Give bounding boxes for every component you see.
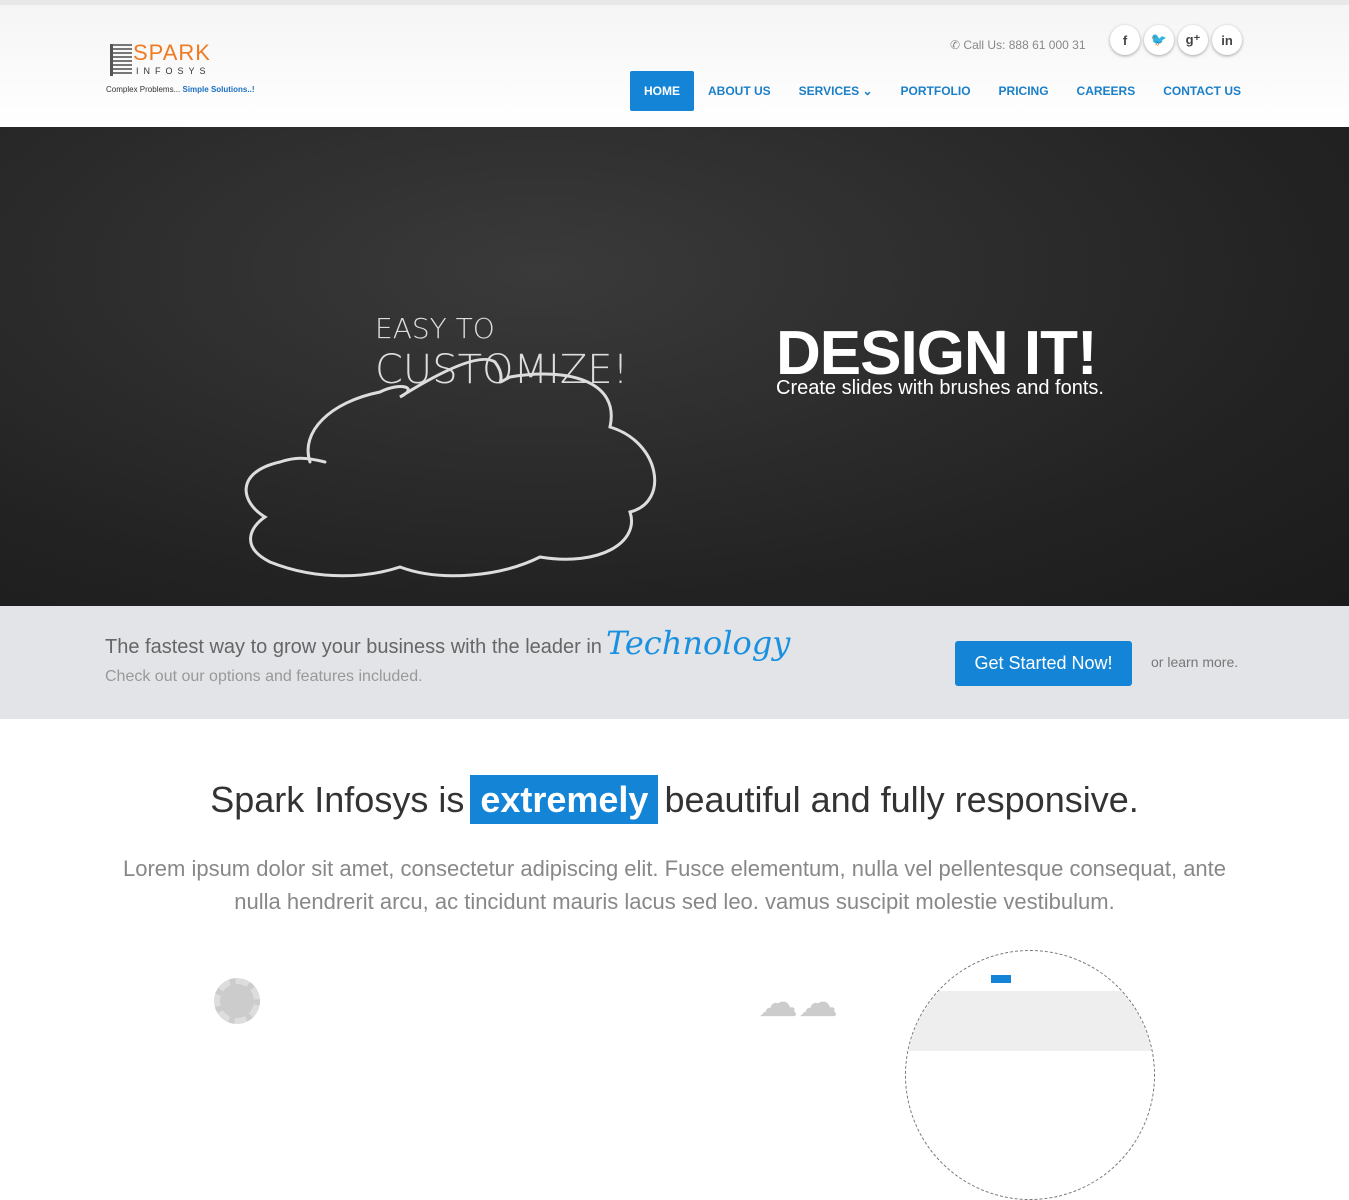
cloud-text-1: EASY TO (375, 312, 495, 345)
linkedin-icon[interactable]: in (1212, 25, 1242, 55)
cta-highlight: Technology (606, 624, 791, 662)
twitter-icon[interactable]: 🐦 (1144, 25, 1174, 55)
learn-more-link[interactable]: or learn more. (1151, 654, 1238, 670)
cloud-text-2: CUSTOMIZE! (375, 347, 629, 393)
logo-name: SPARK (133, 40, 211, 65)
intro-body: Lorem ipsum dolor sit amet, consectetur … (122, 856, 1227, 914)
logo-mark-icon (110, 44, 132, 76)
logo-sub: INFOSYS (136, 66, 211, 76)
sun-icon (214, 978, 260, 1024)
cta-subtext: Check out our options and features inclu… (105, 668, 423, 685)
hero-slider[interactable]: EASY TO CUSTOMIZE! DESIGN IT! Create sli… (0, 127, 1349, 606)
cta-text: The fastest way to grow your business wi… (105, 636, 602, 658)
social-links: f 🐦 g⁺ in (1110, 25, 1242, 55)
cloud-icon: ☁☁ (758, 981, 838, 1025)
nav-careers[interactable]: CAREERS (1063, 71, 1150, 111)
nav-about-us[interactable]: ABOUT US (694, 71, 785, 111)
call-us: ✆ Call Us: 888 61 000 31 (950, 38, 1086, 52)
nav-services[interactable]: SERVICES ⌄ (785, 71, 887, 111)
facebook-icon[interactable]: f (1110, 25, 1140, 55)
intro-headline: Spark Infosys is extremely beautiful and f… (0, 775, 1349, 824)
call-to-action: The fastest way to grow your business wi… (0, 606, 1349, 719)
hero-subtitle: Create slides with brushes and fonts. (776, 377, 1104, 399)
responsive-mockup (905, 950, 1155, 1200)
nav-portfolio[interactable]: PORTFOLIO (887, 71, 985, 111)
nav-contact-us[interactable]: CONTACT US (1149, 71, 1255, 111)
nav-pricing[interactable]: PRICING (985, 71, 1063, 111)
main-nav: HOME ABOUT US SERVICES ⌄ PORTFOLIO PRICI… (630, 71, 1255, 111)
nav-home[interactable]: HOME (630, 71, 694, 111)
get-started-button[interactable]: Get Started Now! (955, 641, 1132, 686)
phone-icon: ✆ (950, 38, 961, 52)
google-plus-icon[interactable]: g⁺ (1178, 25, 1208, 55)
logo-tagline: Complex Problems... Simple Solutions..! (106, 85, 255, 94)
site-header: SPARK INFOSYS Complex Problems... Simple… (0, 5, 1349, 127)
logo[interactable]: SPARK INFOSYS Complex Problems... Simple… (106, 40, 255, 100)
